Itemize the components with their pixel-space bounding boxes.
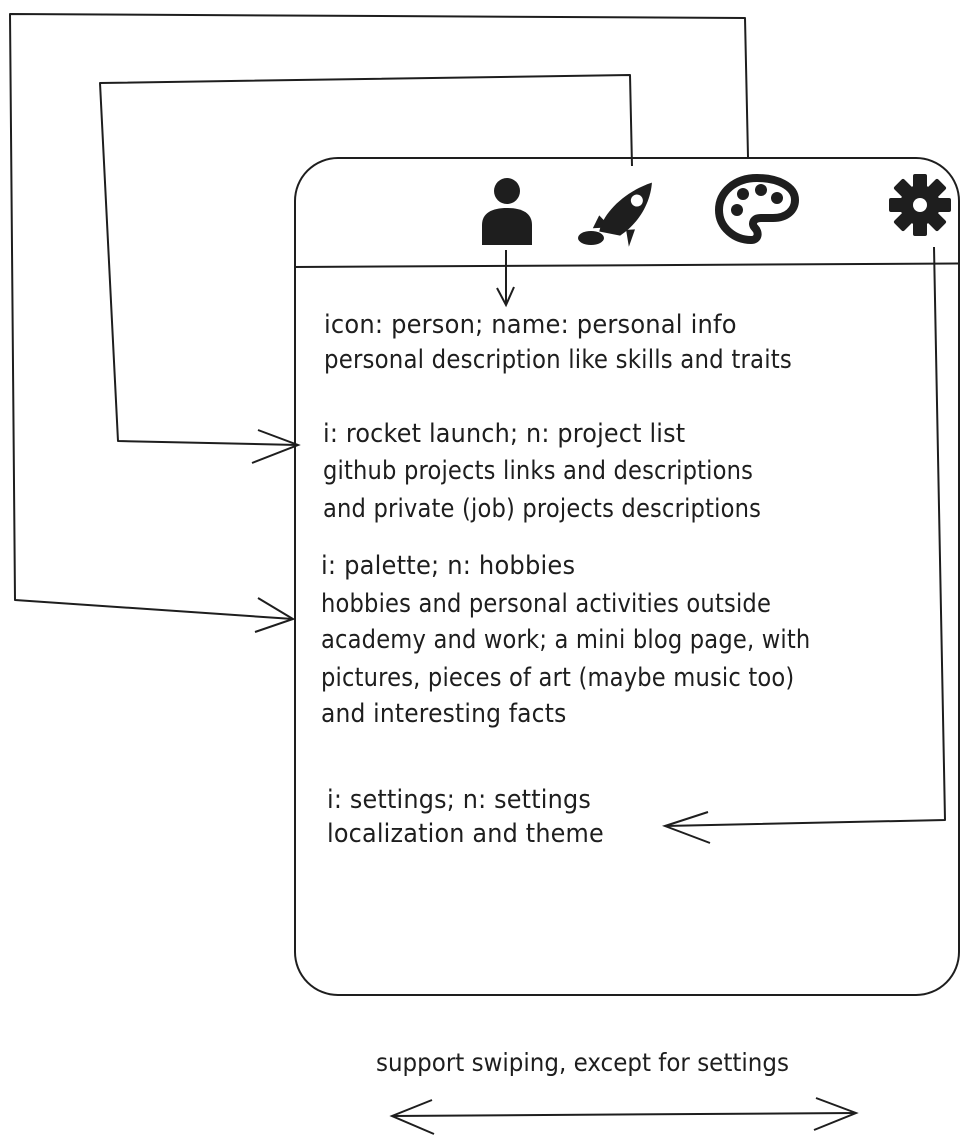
hobbies-description-4: and interesting facts [321, 699, 567, 729]
settings-description: localization and theme [327, 819, 604, 849]
hobbies-title: i: palette; n: hobbies [321, 551, 576, 581]
rocket-to-projects-arrowhead [251, 429, 301, 464]
project-list-title: i: rocket launch; n: project list [323, 419, 686, 449]
swipe-arrowhead-left [389, 1099, 435, 1135]
palette-to-hobbies-arrowhead [254, 597, 296, 633]
hobbies-description-1: hobbies and personal activities outside [321, 589, 772, 619]
swipe-double-arrow [391, 1112, 857, 1117]
hobbies-description-3: pictures, pieces of art (maybe music too… [321, 663, 795, 693]
tab-project-list[interactable] [575, 172, 675, 257]
person-icon [482, 178, 532, 245]
tab-hobbies[interactable] [715, 174, 799, 249]
rocket-launch-icon [578, 182, 652, 247]
palette-icon [715, 174, 799, 244]
tab-settings[interactable] [888, 172, 952, 243]
settings-icon [889, 174, 951, 236]
personal-info-title: icon: person; name: personal info [324, 310, 737, 340]
tab-personal-info[interactable] [478, 175, 536, 252]
hobbies-description-2: academy and work; a mini blog page, with [321, 625, 811, 655]
swipe-note: support swiping, except for settings [376, 1048, 789, 1077]
project-list-description-1: github projects links and descriptions [323, 456, 754, 486]
project-list-description-2: and private (job) projects descriptions [323, 494, 762, 524]
personal-info-description: personal description like skills and tra… [324, 345, 793, 375]
settings-title: i: settings; n: settings [327, 785, 591, 815]
